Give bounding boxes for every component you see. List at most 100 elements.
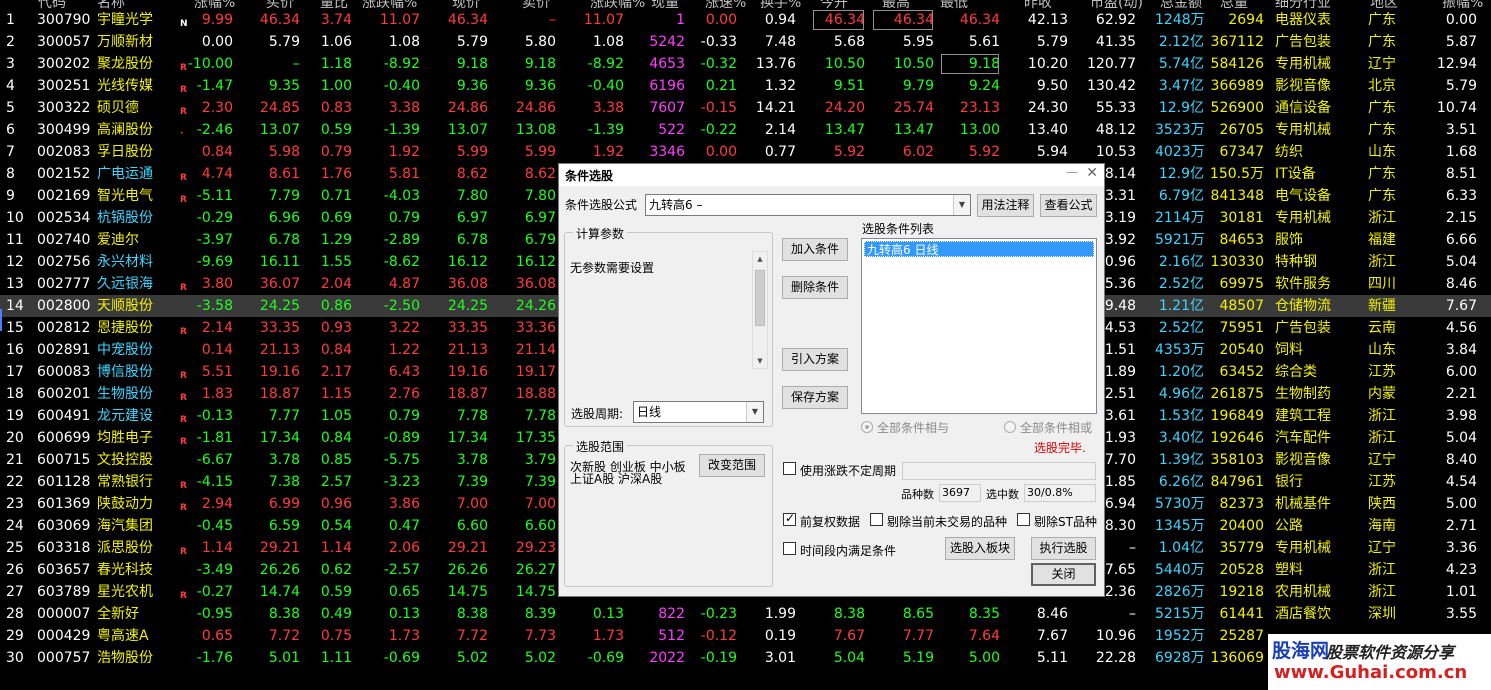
delete-condition-button[interactable]: 删除条件 (782, 276, 848, 299)
radio-all-and[interactable] (861, 421, 873, 433)
scroll-thumb[interactable] (755, 270, 765, 326)
cell-code: 002891 (37, 342, 91, 358)
table-row[interactable]: 7 002083 孚日股份 0.84 5.98 0.79 1.92 5.99 5.99 1.92 3… (0, 141, 1491, 163)
condition-list[interactable]: 九转高6 日线 (861, 238, 1097, 414)
close-button[interactable]: 关闭 (1031, 563, 1096, 586)
add-to-block-button[interactable]: 选股入板块 (945, 537, 1015, 560)
table-row[interactable]: 1 300790 宇瞳光学 N 9.99 46.34 3.74 11.07 46.34–11.0… (0, 9, 1491, 31)
cell-n: 21 (6, 452, 24, 468)
cell-name: 孚日股份 (97, 144, 153, 160)
header-cell[interactable]: 最低 (940, 0, 968, 9)
header-cell[interactable]: 总金额 (1160, 0, 1202, 9)
header-cell[interactable]: 量比 (320, 0, 348, 9)
header-cell[interactable]: 买价 (266, 0, 294, 9)
cell-amt: 2.12亿 (1158, 34, 1204, 50)
cell-ind: 服饰 (1275, 232, 1303, 248)
cell-area: 江苏 (1368, 364, 1396, 380)
cell-vol: 2022 (649, 650, 685, 666)
cell-high: 5.95 (902, 34, 934, 50)
cell-vol: 1 (676, 12, 685, 28)
condition-item[interactable]: 九转高6 日线 (864, 241, 1094, 257)
minimize-icon[interactable]: — (1066, 165, 1078, 179)
cell-pe: 22.28 (1095, 650, 1136, 666)
cell-amp: 8.40 (1445, 452, 1477, 468)
header-cell[interactable]: 昨收 (1024, 0, 1052, 9)
view-formula-button[interactable]: 查看公式 (1040, 194, 1097, 217)
cell-pct: 0.47 (388, 518, 420, 534)
radio-all-or[interactable] (1004, 421, 1016, 433)
formula-select[interactable]: 九转高6 – ▼ (645, 194, 971, 216)
cell-chg: -3.97 (196, 232, 233, 248)
exclude-untraded-checkbox[interactable] (870, 513, 883, 526)
cell-vr: 0.84 (320, 342, 352, 358)
cell-buy: 33.35 (259, 320, 300, 336)
save-scheme-button[interactable]: 保存方案 (782, 386, 848, 409)
cell-amt: 6928万 (1155, 650, 1205, 666)
header-cell[interactable]: 名称 (97, 0, 125, 9)
cell-high: 9.79 (902, 78, 934, 94)
header-cell[interactable]: 振幅% (1442, 0, 1483, 9)
uncertain-period-checkbox[interactable] (783, 462, 796, 475)
header-cell[interactable]: 涨幅% (194, 0, 235, 9)
cell-pct2: 0.13 (592, 606, 624, 622)
cell-price: 13.07 (447, 122, 488, 138)
cell-amp: 6.00 (1445, 364, 1477, 380)
time-range-checkbox[interactable] (783, 542, 796, 555)
execute-filter-button[interactable]: 执行选股 (1031, 537, 1096, 560)
import-scheme-button[interactable]: 引入方案 (782, 348, 848, 371)
add-condition-button[interactable]: 加入条件 (782, 238, 848, 261)
cell-amt: 4353万 (1155, 342, 1205, 358)
table-row[interactable]: 4 300251 光线传媒 R -1.47 9.35 1.00 -0.40 9.36 9.36 -0… (0, 75, 1491, 97)
exclude-st-checkbox[interactable] (1017, 513, 1030, 526)
usage-notes-button[interactable]: 用法注释 (977, 194, 1034, 217)
cell-n: 9 (6, 188, 15, 204)
cell-buy: 36.07 (259, 276, 300, 292)
cell-amt: 5921万 (1155, 232, 1205, 248)
cell-turn: 1.99 (764, 606, 796, 622)
header-cell[interactable]: 总量 (1220, 0, 1248, 9)
header-cell[interactable]: 市盈(动) (1090, 0, 1143, 9)
header-cell[interactable]: 细分行业 (1275, 0, 1331, 9)
header-cell[interactable]: 现量 (651, 0, 679, 9)
table-row[interactable]: 5 300322 硕贝德 R 2.30 24.85 0.83 3.38 24.86 24.86 3.… (0, 97, 1491, 119)
cell-high: 10.50 (893, 56, 934, 72)
table-row[interactable]: 28 000007 全新好 -0.95 8.38 0.49 0.13 8.38 8.39 0.13… (0, 603, 1491, 625)
cell-price: 46.34 (447, 12, 488, 28)
change-range-button[interactable]: 改变范围 (699, 454, 765, 477)
cell-amp: 0.00 (1445, 12, 1477, 28)
period-select[interactable]: 日线 ▼ (633, 401, 764, 423)
scroll-down-icon[interactable]: ▼ (753, 354, 767, 368)
header-cell[interactable]: 今开 (820, 0, 848, 9)
scroll-up-icon[interactable]: ▲ (753, 252, 767, 266)
cell-spd: -0.32 (700, 56, 737, 72)
status-text: 选股完毕. (1034, 441, 1086, 455)
table-row[interactable]: 6 300499 高澜股份 · -2.46 13.07 0.59 -1.39 13.07 13.0… (0, 119, 1491, 141)
close-icon[interactable]: ✕ (1086, 165, 1098, 181)
cell-turn: 13.76 (755, 56, 796, 72)
params-scrollbar[interactable]: ▲ ▼ (752, 251, 768, 369)
header-cell[interactable]: 卖价 (522, 0, 550, 9)
cell-sell: 7.80 (524, 188, 556, 204)
cell-buy: 8.61 (268, 166, 300, 182)
cell-price: 17.34 (447, 430, 488, 446)
cell-chg: -3.58 (196, 298, 233, 314)
header-cell[interactable]: 代码 (38, 0, 66, 9)
header-cell[interactable]: 换手% (760, 0, 801, 9)
cell-pct: 3.86 (388, 496, 420, 512)
table-row[interactable]: 2 300057 万顺新材 0.00 5.79 1.06 1.08 5.79 5.80 1.08 5… (0, 31, 1491, 53)
header-cell[interactable]: 涨跌幅% (362, 0, 417, 9)
cell-chg: -1.47 (196, 78, 233, 94)
table-row[interactable]: 3 300202 聚龙股份 R -10.00–1.18 -8.92 9.18 9.18 -8.9… (0, 53, 1491, 75)
header-cell[interactable]: 涨跌幅% (590, 0, 645, 9)
header-cell[interactable]: 涨速% (705, 0, 746, 9)
cell-sell: 7.78 (524, 408, 556, 424)
header-cell[interactable]: 地区 (1370, 0, 1398, 9)
cell-price: 6.60 (456, 518, 488, 534)
cell-prev: 8.46 (1036, 606, 1068, 622)
forward-adjust-checkbox[interactable] (783, 511, 796, 526)
header-cell[interactable]: 最高 (882, 0, 910, 9)
cell-pct: -2.89 (383, 232, 420, 248)
cell-pct: -1.39 (383, 122, 420, 138)
cell-pct: 1.22 (388, 342, 420, 358)
header-cell[interactable]: 现价 (452, 0, 480, 9)
